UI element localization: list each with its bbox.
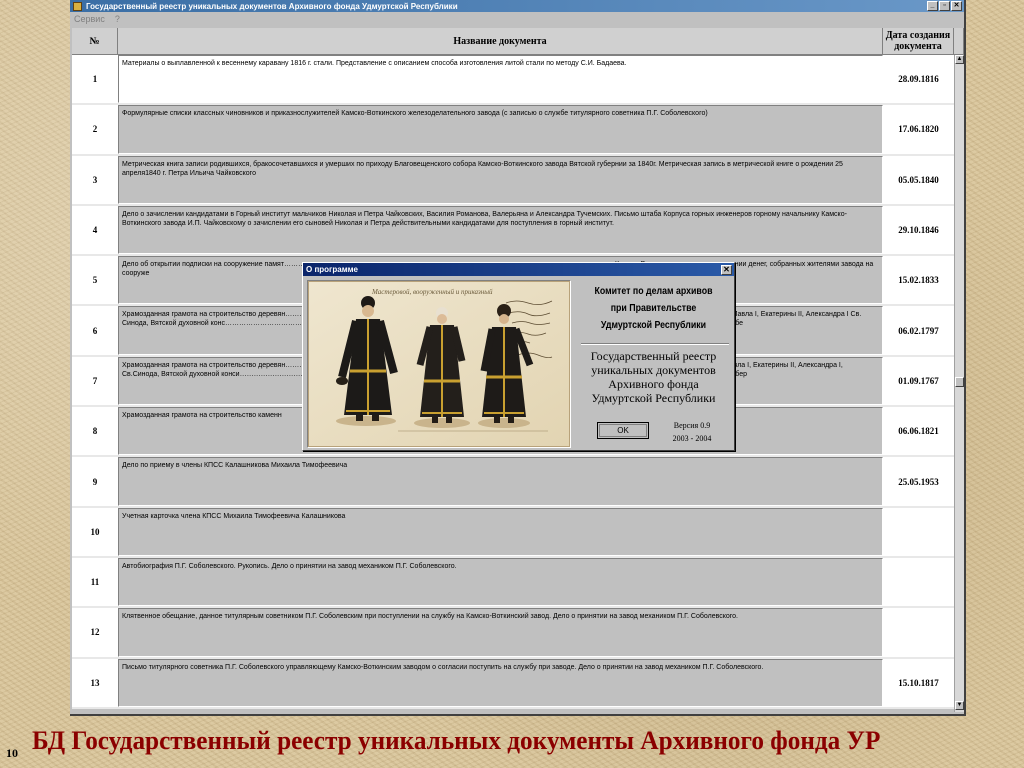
menu-help[interactable]: ? (115, 14, 120, 24)
document-date: 29.10.1846 (883, 205, 954, 255)
table-row[interactable]: 9 Дело по приему в члены КПСС Калашникова… (72, 457, 954, 508)
about-dialog-title-bar[interactable]: О программе ✕ (303, 263, 734, 276)
row-number: 3 (72, 155, 118, 204)
registry-name: Государственный реестр уникальных докуме… (575, 349, 732, 405)
header-corner (954, 28, 964, 55)
menu-service[interactable]: Сервис (74, 14, 105, 24)
document-date: 28.09.1816 (883, 55, 954, 104)
document-title[interactable]: Дело о зачислении кандидатами в Горный и… (118, 205, 883, 255)
slide-caption: БД Государственный реестр уникальных док… (32, 726, 881, 755)
scroll-thumb[interactable] (955, 377, 964, 387)
committee-line: Комитет по делам архивов (594, 286, 713, 297)
row-number: 2 (72, 105, 118, 154)
table-row[interactable]: 2 Формулярные списки классных чиновников … (72, 105, 954, 156)
table-row[interactable]: 3 Метрическая книга записи родившихся, бр… (72, 155, 954, 206)
slide-number: 10 (6, 746, 18, 760)
scroll-up-arrow-icon[interactable]: ▲ (955, 55, 964, 64)
title-bar[interactable]: Государственный реестр уникальных докуме… (70, 0, 964, 12)
table-row[interactable]: 11 Автобиография П.Г. Соболевского. Рукоп… (72, 557, 954, 609)
row-number: 9 (72, 457, 118, 506)
document-title[interactable]: Материалы о выплавленной к весеннему кар… (118, 55, 883, 104)
registry-line: Архивного фонда (608, 377, 699, 391)
header-num[interactable]: № (72, 28, 118, 55)
document-date: 25.05.1953 (883, 457, 954, 506)
document-title[interactable]: Учетная карточка члена КПСС Михаила Тимо… (118, 507, 883, 556)
row-number: 7 (72, 356, 118, 406)
ok-button[interactable]: OK (597, 422, 649, 439)
row-number: 6 (72, 306, 118, 355)
registry-line: уникальных документов (591, 363, 716, 377)
grid-header: № Название документа Дата создания докум… (72, 28, 964, 55)
registry-line: Государственный реестр (590, 349, 717, 363)
illustration-caption: Мастеровой, вооруженный и приказный (371, 288, 493, 296)
document-date: 06.02.1797 (883, 306, 954, 355)
table-row[interactable]: 1 Материалы о выплавленной к весеннему ка… (72, 55, 954, 106)
about-dialog-title: О программе (306, 265, 359, 274)
table-row[interactable]: 13 Письмо титулярного советника П.Г. Собо… (72, 658, 954, 709)
committee-line: Удмуртской Республики (600, 320, 707, 331)
row-number: 10 (72, 507, 118, 556)
document-title[interactable]: Клятвенное обещание, данное титулярным с… (118, 608, 883, 657)
version-info: Версия 0.9 2003 - 2004 (657, 419, 727, 445)
document-date (883, 608, 954, 657)
committee-name: Комитет по делам архивов при Правительст… (584, 283, 722, 334)
row-number: 5 (72, 256, 118, 305)
about-dialog: О программе ✕ Мастеровой, вооруженный и … (302, 262, 735, 451)
archival-illustration-icon: Мастеровой, вооруженный и приказный (307, 280, 571, 448)
table-row[interactable]: 4 Дело о зачислении кандидатами в Горный … (72, 205, 954, 257)
document-title[interactable]: Автобиография П.Г. Соболевского. Рукопис… (118, 557, 883, 607)
committee-line: при Правительстве (610, 303, 697, 314)
row-number: 12 (72, 608, 118, 657)
window-controls: _ ▫ ✕ (927, 1, 964, 11)
row-number: 11 (72, 557, 118, 607)
document-title[interactable]: Письмо титулярного советника П.Г. Соболе… (118, 658, 883, 707)
document-date: 17.06.1820 (883, 105, 954, 154)
table-row[interactable]: 12 Клятвенное обещание, данное титулярным… (72, 608, 954, 659)
document-date: 15.02.1833 (883, 256, 954, 305)
minimize-button[interactable]: _ (927, 1, 938, 11)
registry-line: Удмуртской Республики (591, 391, 716, 405)
version-years: 2003 - 2004 (672, 434, 712, 443)
document-date (883, 557, 954, 607)
document-title[interactable]: Метрическая книга записи родившихся, бра… (118, 155, 883, 204)
version-number: Версия 0.9 (673, 421, 711, 430)
document-title[interactable]: Дело по приему в члены КПСС Калашникова … (118, 457, 883, 506)
row-number: 4 (72, 205, 118, 255)
app-icon (73, 1, 82, 11)
restore-button[interactable]: ▫ (939, 1, 950, 11)
scroll-down-arrow-icon[interactable]: ▼ (955, 701, 964, 710)
row-number: 1 (72, 55, 118, 104)
document-date: 06.06.1821 (883, 407, 954, 456)
header-title[interactable]: Название документа (118, 28, 883, 55)
table-row[interactable]: 10 Учетная карточка члена КПСС Михаила Ти… (72, 507, 954, 558)
row-number: 13 (72, 658, 118, 707)
document-title[interactable]: Формулярные списки классных чиновников и… (118, 105, 883, 154)
dialog-divider (581, 343, 729, 345)
close-button[interactable]: ✕ (951, 1, 962, 11)
header-date[interactable]: Дата создания документа (883, 28, 954, 55)
document-date: 01.09.1767 (883, 356, 954, 406)
vertical-scrollbar[interactable]: ▲ ▼ (954, 55, 964, 712)
about-dialog-close-button[interactable]: ✕ (721, 264, 732, 275)
menu-bar: Сервис ? (70, 12, 964, 26)
document-date: 15.10.1817 (883, 658, 954, 707)
row-number: 8 (72, 407, 118, 456)
document-date: 05.05.1840 (883, 155, 954, 204)
window-title: Государственный реестр уникальных докуме… (86, 1, 458, 11)
document-date (883, 507, 954, 556)
